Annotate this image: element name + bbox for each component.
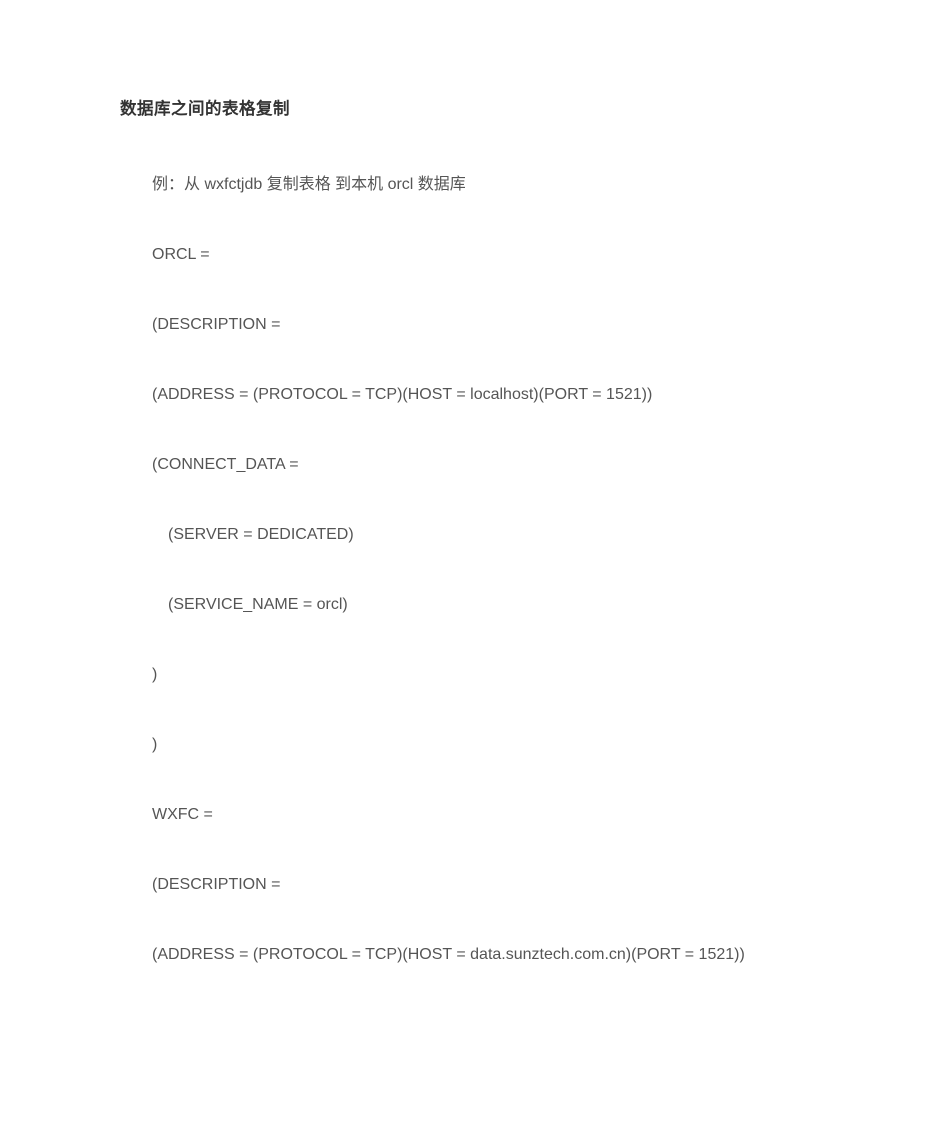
text-line: (SERVICE_NAME = orcl)	[120, 593, 825, 617]
text-line: )	[120, 663, 825, 687]
text-line: (ADDRESS = (PROTOCOL = TCP)(HOST = data.…	[120, 943, 825, 967]
document-title: 数据库之间的表格复制	[120, 95, 825, 119]
text-line: (SERVER = DEDICATED)	[120, 523, 825, 547]
text-line: (ADDRESS = (PROTOCOL = TCP)(HOST = local…	[120, 383, 825, 407]
text-line: (CONNECT_DATA =	[120, 453, 825, 477]
text-line: (DESCRIPTION =	[120, 873, 825, 897]
text-line: 例：从 wxfctjdb 复制表格 到本机 orcl 数据库	[120, 173, 825, 197]
text-line: )	[120, 733, 825, 757]
text-line: WXFC =	[120, 803, 825, 827]
text-line: ORCL =	[120, 243, 825, 267]
text-line: (DESCRIPTION =	[120, 313, 825, 337]
document-page: 数据库之间的表格复制 例：从 wxfctjdb 复制表格 到本机 orcl 数据…	[0, 0, 945, 1073]
